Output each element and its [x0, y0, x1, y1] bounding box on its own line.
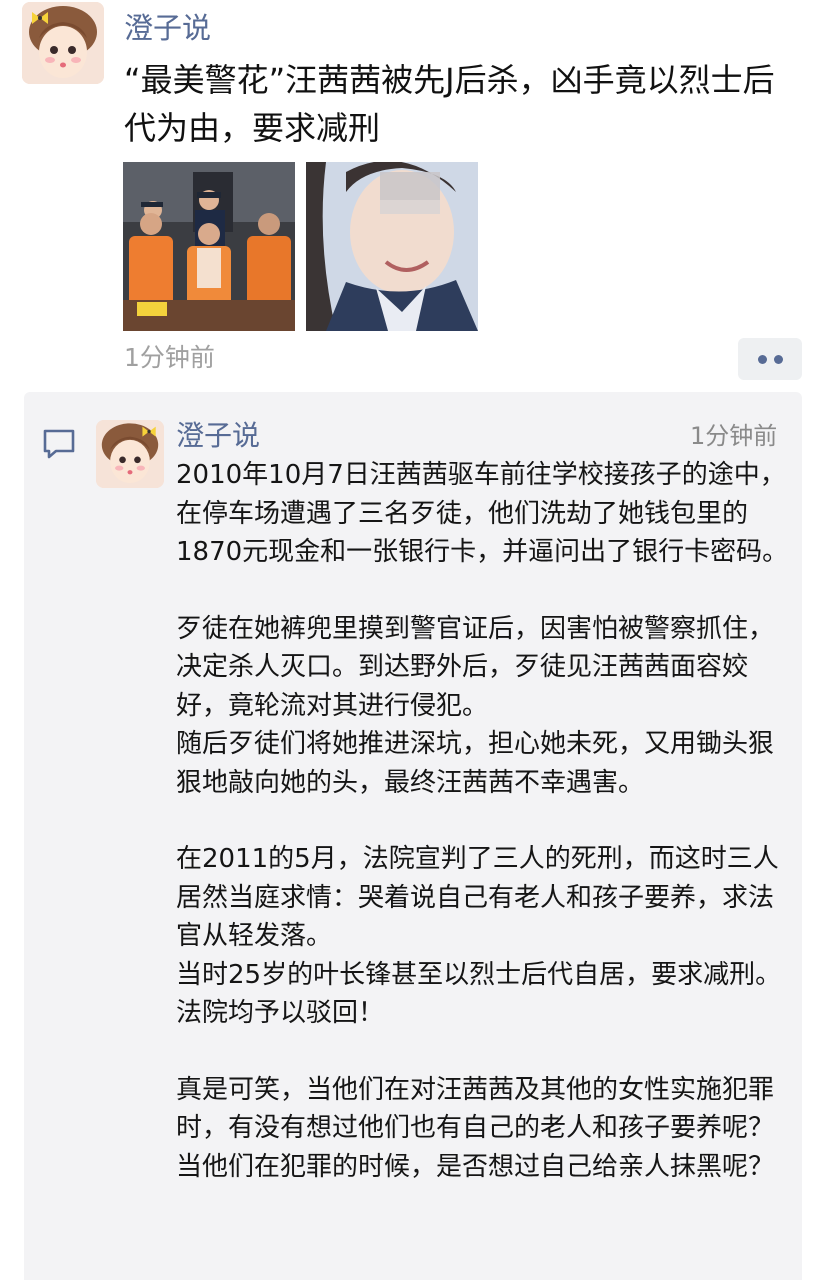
comment-paragraph: 当时25岁的叶长锋甚至以烈士后代自居，要求减刑。法院均予以驳回！	[176, 959, 782, 1029]
post-author-name[interactable]: 澄子说	[124, 8, 211, 48]
courtroom-image	[123, 162, 295, 331]
comment-author-name[interactable]: 澄子说	[176, 416, 260, 456]
avatar-image	[22, 2, 104, 84]
comment-paragraph: 在2011的5月，法院宣判了三人的死刑，而这时三人居然当庭求情：哭着说自己有老人…	[176, 844, 779, 951]
avatar-image	[96, 420, 164, 488]
post-text: “最美警花”汪茜茜被先J后杀，凶手竟以烈士后代为由，要求减刑	[124, 61, 775, 147]
comment-paragraph: 随后歹徒们将她推进深坑，担心她未死，又用锄头狠狠地敲向她的头，最终汪茜茜不幸遇害…	[176, 729, 775, 798]
comment-body: 2010年10月7日汪茜茜驱车前往学校接孩子的途中，在停车场遭遇了三名歹徒，他们…	[176, 456, 796, 1186]
comment-paragraph: 真是可笑，当他们在对汪茜茜及其他的女性实施犯罪时，有没有想过他们也有自己的老人和…	[176, 1074, 775, 1182]
comment-icon	[43, 429, 75, 459]
more-dots-icon	[773, 354, 783, 364]
post-avatar[interactable]	[22, 2, 104, 84]
post-timestamp: 1分钟前	[124, 343, 215, 372]
photo-courtroom[interactable]	[123, 162, 295, 331]
comment-timestamp: 1分钟前	[690, 422, 778, 450]
photo-portrait[interactable]	[306, 162, 478, 331]
comment-paragraph: 2010年10月7日汪茜茜驱车前往学校接孩子的途中，在停车场遭遇了三名歹徒，他们…	[176, 460, 789, 567]
more-dots-icon	[757, 354, 767, 364]
more-options-button[interactable]	[738, 338, 802, 380]
comment-paragraph: 歹徒在她裤兜里摸到警官证后，因害怕被警察抓住，决定杀人灭口。到达野外后，歹徒见汪…	[176, 613, 775, 721]
comment-avatar[interactable]	[96, 420, 164, 488]
portrait-image	[306, 162, 478, 331]
